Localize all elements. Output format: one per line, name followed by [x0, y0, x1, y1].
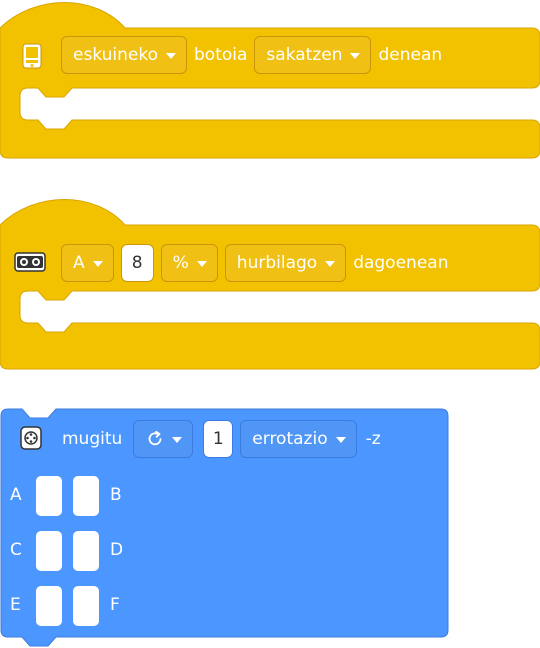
distance-event-block[interactable]: [0, 199, 540, 370]
move-text: mugitu: [62, 429, 123, 449]
port-label-b: B: [110, 485, 122, 505]
port-label-e: E: [10, 595, 21, 615]
button-event-row: eskuineko botoia sakatzen denean: [61, 35, 442, 75]
move-row: mugitu 1 errotazio -z: [62, 419, 381, 459]
port-slot-b[interactable]: [73, 476, 99, 516]
distance-sensor-icon: [14, 252, 46, 272]
port-slot-a[interactable]: [36, 476, 62, 516]
when-text: denean: [378, 45, 443, 65]
port-slot-e[interactable]: [36, 586, 62, 626]
unit-dropdown-label: %: [172, 253, 189, 273]
button-event-block[interactable]: [0, 2, 540, 159]
chevron-down-icon: [172, 437, 183, 443]
port-slot-c[interactable]: [36, 531, 62, 571]
chevron-down-icon: [350, 53, 361, 59]
hand-dropdown[interactable]: eskuineko: [61, 36, 188, 74]
port-label-f: F: [110, 595, 120, 615]
port-label-c: C: [10, 540, 22, 560]
chevron-down-icon: [325, 261, 336, 267]
port-slot-f[interactable]: [73, 586, 99, 626]
unit-dropdown-label: errotazio: [252, 429, 328, 449]
unit-dropdown[interactable]: errotazio: [240, 420, 357, 458]
hub-button-icon: [22, 43, 42, 69]
chevron-down-icon: [196, 261, 207, 267]
rotation-value-input[interactable]: 1: [203, 420, 234, 458]
compare-dropdown-label: hurbilago: [236, 253, 318, 273]
suffix-text: -z: [365, 429, 381, 449]
hand-dropdown-label: eskuineko: [73, 45, 159, 65]
press-dropdown[interactable]: sakatzen: [254, 36, 372, 74]
motor-icon: [20, 426, 42, 450]
port-dropdown-label: A: [73, 253, 85, 273]
port-label-d: D: [110, 540, 124, 560]
chevron-down-icon: [92, 261, 103, 267]
rotate-clockwise-icon: [148, 430, 162, 446]
port-slot-d[interactable]: [73, 531, 99, 571]
press-dropdown-label: sakatzen: [266, 45, 343, 65]
compare-dropdown[interactable]: hurbilago: [224, 244, 347, 282]
distance-value-input[interactable]: 8: [120, 244, 154, 282]
port-dropdown[interactable]: A: [61, 244, 114, 282]
chevron-down-icon: [166, 53, 177, 59]
button-text: botoia: [194, 45, 248, 65]
chevron-down-icon: [335, 437, 346, 443]
port-label-a: A: [10, 485, 22, 505]
distance-event-row: A 8 % hurbilago dagoenean: [61, 243, 448, 283]
unit-dropdown[interactable]: %: [160, 244, 218, 282]
direction-dropdown[interactable]: [133, 420, 194, 458]
when-text: dagoenean: [353, 253, 449, 273]
